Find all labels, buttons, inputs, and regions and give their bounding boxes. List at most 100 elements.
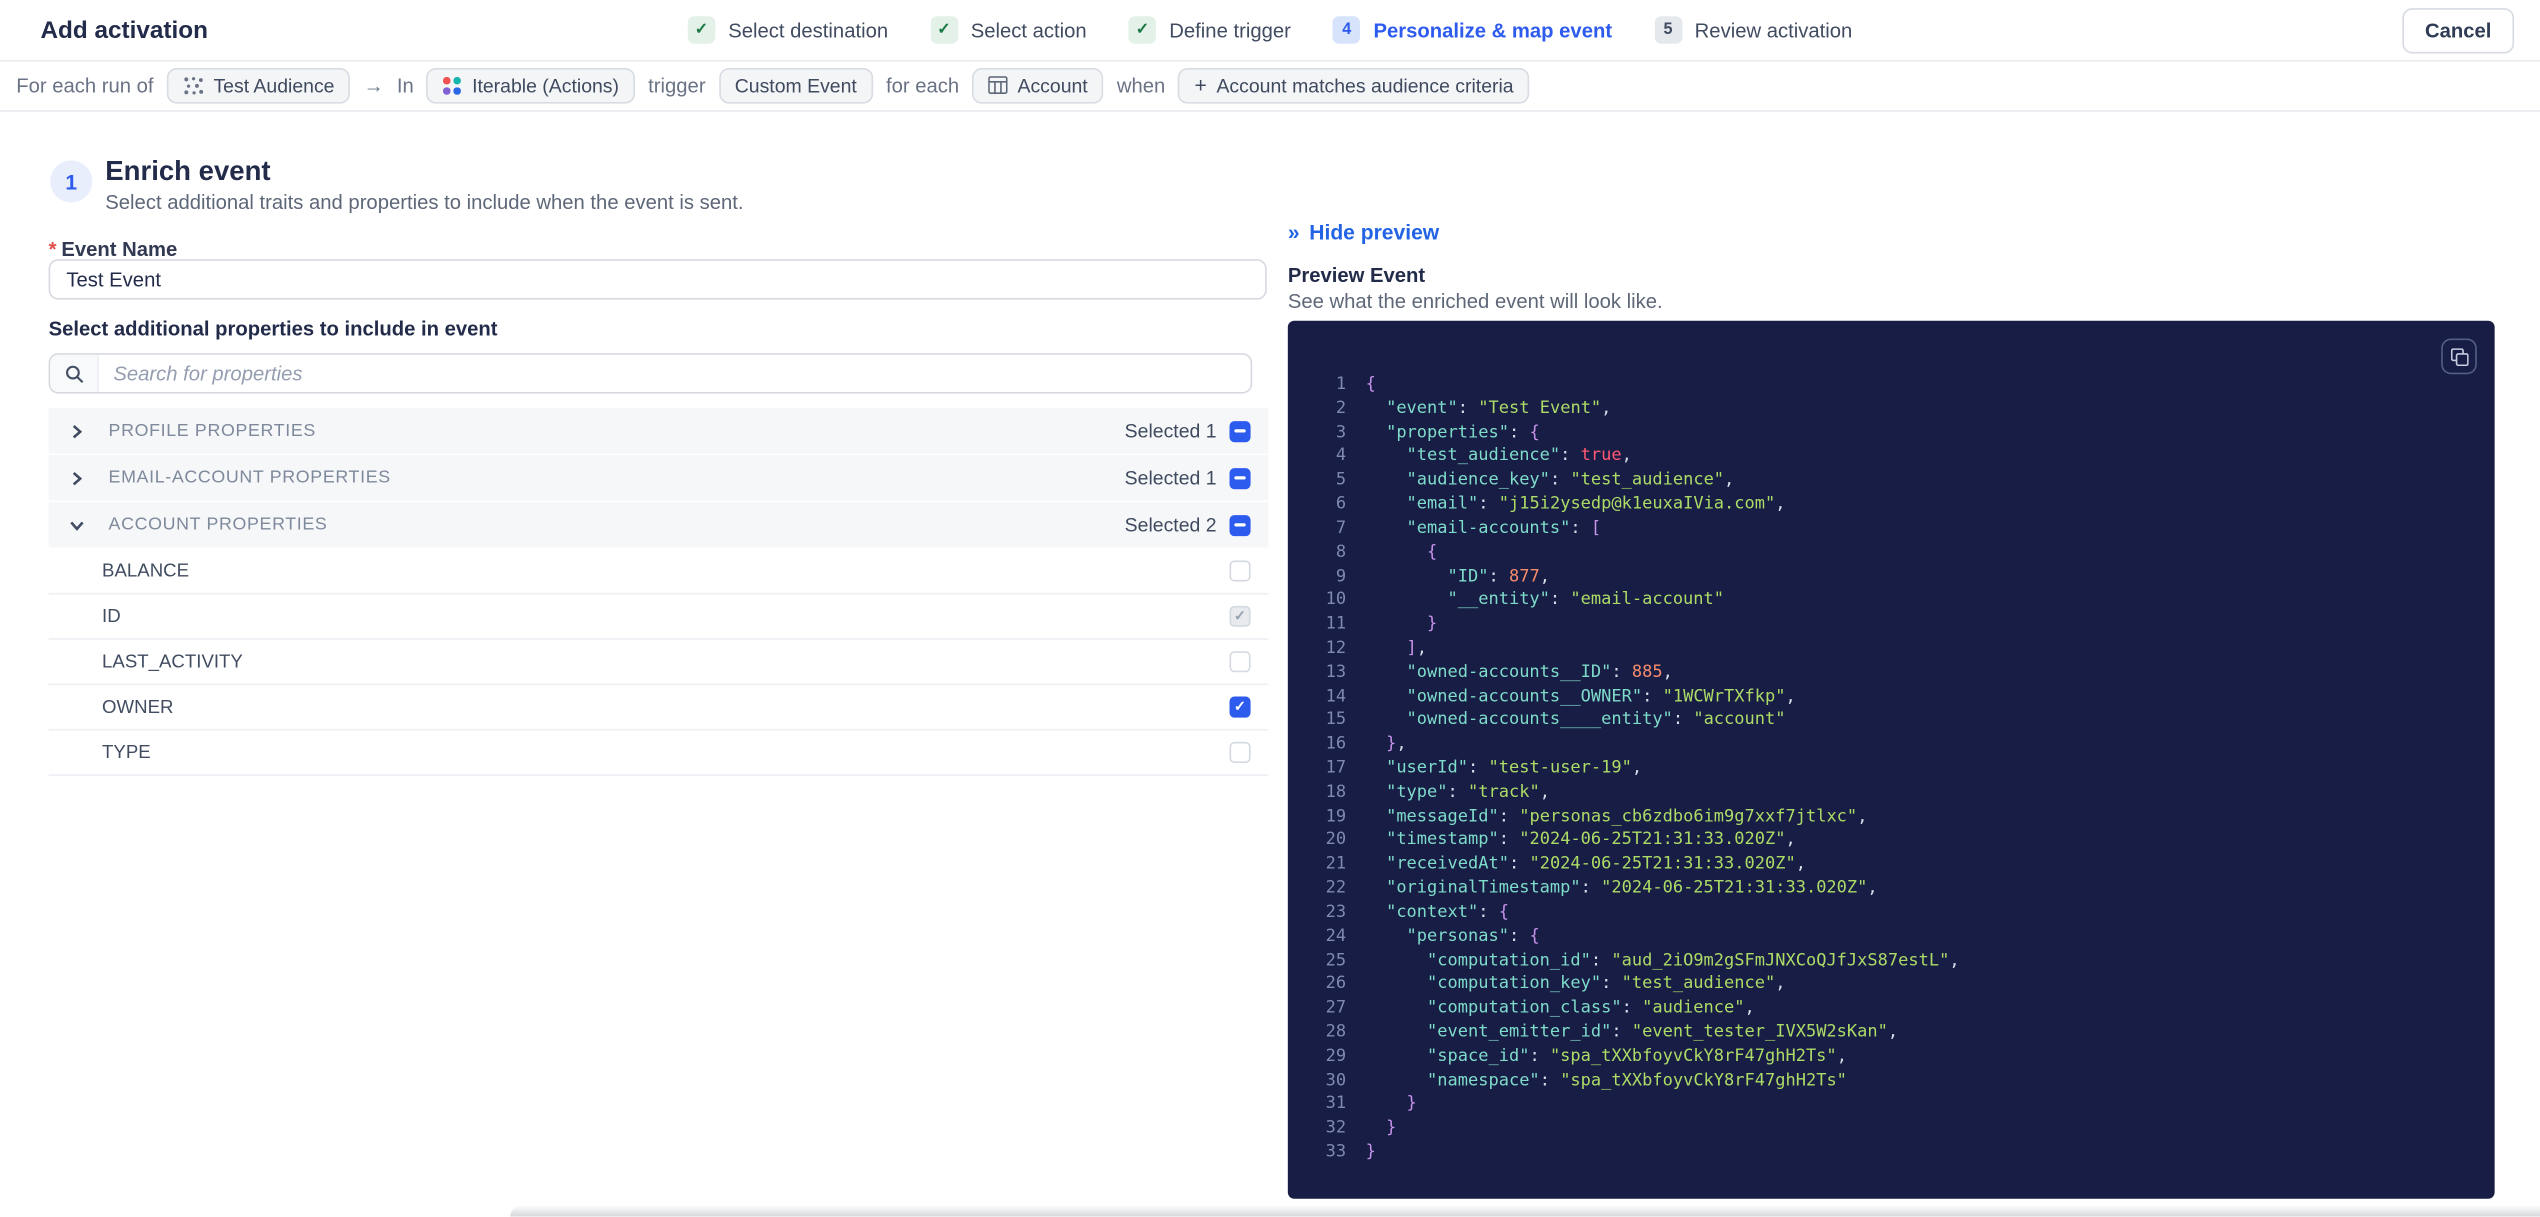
step-done-check-icon: ✓: [1128, 16, 1157, 44]
code-line: 14 "owned-accounts__OWNER": "1WCWrTXfkp"…: [1325, 686, 1796, 706]
property-label: LAST_ACTIVITY: [102, 652, 243, 672]
event-name-label: * Event Name: [48, 238, 178, 261]
event-name-field[interactable]: [48, 259, 1267, 300]
checkbox-unchecked[interactable]: [1229, 560, 1251, 582]
group-checkbox-indeterminate[interactable]: [1229, 467, 1251, 489]
property-row-id[interactable]: ID ✓: [48, 594, 1269, 640]
group-checkbox-indeterminate[interactable]: [1229, 420, 1251, 442]
minus-icon: [1234, 429, 1246, 433]
step-label: Select action: [970, 18, 1087, 42]
code-line: 15 "owned-accounts____entity": "account": [1325, 710, 1786, 730]
entity-chip[interactable]: Account: [972, 67, 1104, 103]
selected-count: Selected 2: [1124, 513, 1217, 537]
hide-preview-label: Hide preview: [1309, 220, 1440, 245]
step-number-badge: 5: [1654, 16, 1682, 44]
audience-chip[interactable]: Test Audience: [166, 67, 351, 103]
minus-icon: [1234, 523, 1246, 527]
code-line: 12 ],: [1325, 638, 1428, 658]
step-label: Review activation: [1694, 18, 1853, 42]
trigger-summary-bar: For each run of Test Audience → In Itera…: [0, 59, 2540, 112]
code-line: 1{: [1335, 374, 1376, 394]
code-line: 21 "receivedAt": "2024-06-25T21:31:33.02…: [1325, 854, 1806, 874]
code-line: 4 "test_audience": true,: [1335, 446, 1632, 466]
code-line: 8 {: [1335, 542, 1438, 562]
selected-count: Selected 1: [1124, 419, 1217, 443]
search-input[interactable]: [98, 354, 1251, 393]
criteria-chip[interactable]: + Account matches audience criteria: [1178, 67, 1530, 103]
code-line: 10 "__entity": "email-account": [1325, 590, 1725, 610]
copy-button[interactable]: [2441, 338, 2477, 375]
plus-icon: +: [1194, 72, 1207, 98]
check-icon: ✓: [1233, 607, 1247, 624]
entity-chip-label: Account: [1017, 73, 1088, 97]
section-subtitle: Select additional traits and properties …: [105, 191, 744, 214]
property-group-label: ACCOUNT PROPERTIES: [108, 515, 328, 535]
code-line: 28 "event_emitter_id": "event_tester_IVX…: [1325, 1022, 1899, 1042]
context-in-label: In: [396, 73, 414, 97]
preview-subtitle: See what the enriched event will look li…: [1287, 289, 1663, 313]
step-select-action[interactable]: ✓ Select action: [930, 16, 1087, 44]
code-line: 32 }: [1325, 1118, 1397, 1138]
property-row-owner[interactable]: OWNER ✓: [48, 685, 1269, 731]
checkbox-checked[interactable]: ✓: [1229, 696, 1251, 718]
step-label: Define trigger: [1169, 18, 1291, 42]
section-step-number: 1: [50, 160, 93, 203]
property-group-label: EMAIL-ACCOUNT PROPERTIES: [108, 468, 391, 488]
code-line: 13 "owned-accounts__ID": 885,: [1325, 662, 1673, 682]
code-line: 25 "computation_id": "aud_2iO9m2gSFmJNXC…: [1325, 950, 1960, 970]
step-number-badge: 4: [1332, 16, 1361, 44]
property-label: OWNER: [102, 697, 174, 717]
code-line: 19 "messageId": "personas_cb6zdbo6im9g7x…: [1325, 806, 1868, 826]
add-activation-page: Add activation ✓ Select destination ✓ Se…: [0, 0, 2540, 1217]
context-prefix: For each run of: [16, 73, 154, 97]
property-group-label: PROFILE PROPERTIES: [108, 421, 316, 441]
code-line: 22 "originalTimestamp": "2024-06-25T21:3…: [1325, 878, 1878, 898]
selected-count: Selected 1: [1124, 466, 1217, 490]
property-row-last-activity[interactable]: LAST_ACTIVITY: [48, 639, 1269, 686]
property-row-balance[interactable]: BALANCE: [48, 549, 1269, 595]
code-line: 33}: [1325, 1142, 1376, 1162]
checkbox-checked-disabled: ✓: [1229, 605, 1251, 627]
property-row-type[interactable]: TYPE: [48, 730, 1269, 776]
event-type-chip[interactable]: Custom Event: [718, 67, 874, 103]
property-label: ID: [102, 606, 121, 627]
properties-section-label: Select additional properties to include …: [48, 317, 498, 341]
arrow-right-icon: →: [363, 73, 384, 97]
destination-chip[interactable]: Iterable (Actions): [426, 67, 636, 103]
step-select-destination[interactable]: ✓ Select destination: [687, 16, 889, 44]
topbar: Add activation ✓ Select destination ✓ Se…: [0, 0, 2540, 62]
property-group-profile[interactable]: PROFILE PROPERTIES Selected 1: [48, 408, 1269, 454]
event-preview-code-panel: 1{2 "event": "Test Event", 3 "properties"…: [1287, 320, 2495, 1199]
step-personalize-map-event[interactable]: 4 Personalize & map event: [1332, 16, 1612, 44]
double-chevron-right-icon: »: [1287, 220, 1300, 245]
code-line: 23 "context": {: [1325, 902, 1510, 922]
code-line: 16 },: [1325, 734, 1407, 754]
group-checkbox-indeterminate[interactable]: [1229, 514, 1251, 536]
property-list: PROFILE PROPERTIES Selected 1 EMAIL-ACCO…: [48, 408, 1269, 776]
step-done-check-icon: ✓: [687, 16, 716, 44]
checkbox-unchecked[interactable]: [1229, 651, 1251, 673]
property-group-account[interactable]: ACCOUNT PROPERTIES Selected 2: [48, 502, 1269, 548]
step-review-activation[interactable]: 5 Review activation: [1654, 16, 1852, 44]
step-label: Select destination: [728, 18, 889, 42]
checkbox-unchecked[interactable]: [1229, 741, 1251, 763]
check-icon: ✓: [1233, 698, 1247, 715]
code-line: 2 "event": "Test Event",: [1335, 398, 1612, 418]
audience-icon: [183, 76, 203, 94]
search-icon-box: [50, 354, 99, 393]
code-line: 26 "computation_key": "test_audience",: [1325, 974, 1786, 994]
code-line: 29 "space_id": "spa_tXXbfoyvCkY8rF47ghH2…: [1325, 1046, 1847, 1066]
code-line: 17 "userId": "test-user-19",: [1325, 758, 1643, 778]
code-line: 24 "personas": {: [1325, 926, 1540, 946]
cancel-button[interactable]: Cancel: [2402, 7, 2515, 53]
property-group-email-account[interactable]: EMAIL-ACCOUNT PROPERTIES Selected 1: [48, 455, 1269, 501]
table-icon: [988, 76, 1008, 94]
step-done-check-icon: ✓: [930, 16, 958, 44]
code-line: 7 "email-accounts": [: [1335, 518, 1602, 538]
property-label: TYPE: [102, 742, 151, 763]
iterable-logo-icon: [443, 76, 462, 94]
bottom-edge-shadow: [510, 1205, 2540, 1217]
step-define-trigger[interactable]: ✓ Define trigger: [1128, 16, 1291, 44]
page-title: Add activation: [40, 16, 208, 44]
hide-preview-link[interactable]: » Hide preview: [1288, 220, 1439, 244]
